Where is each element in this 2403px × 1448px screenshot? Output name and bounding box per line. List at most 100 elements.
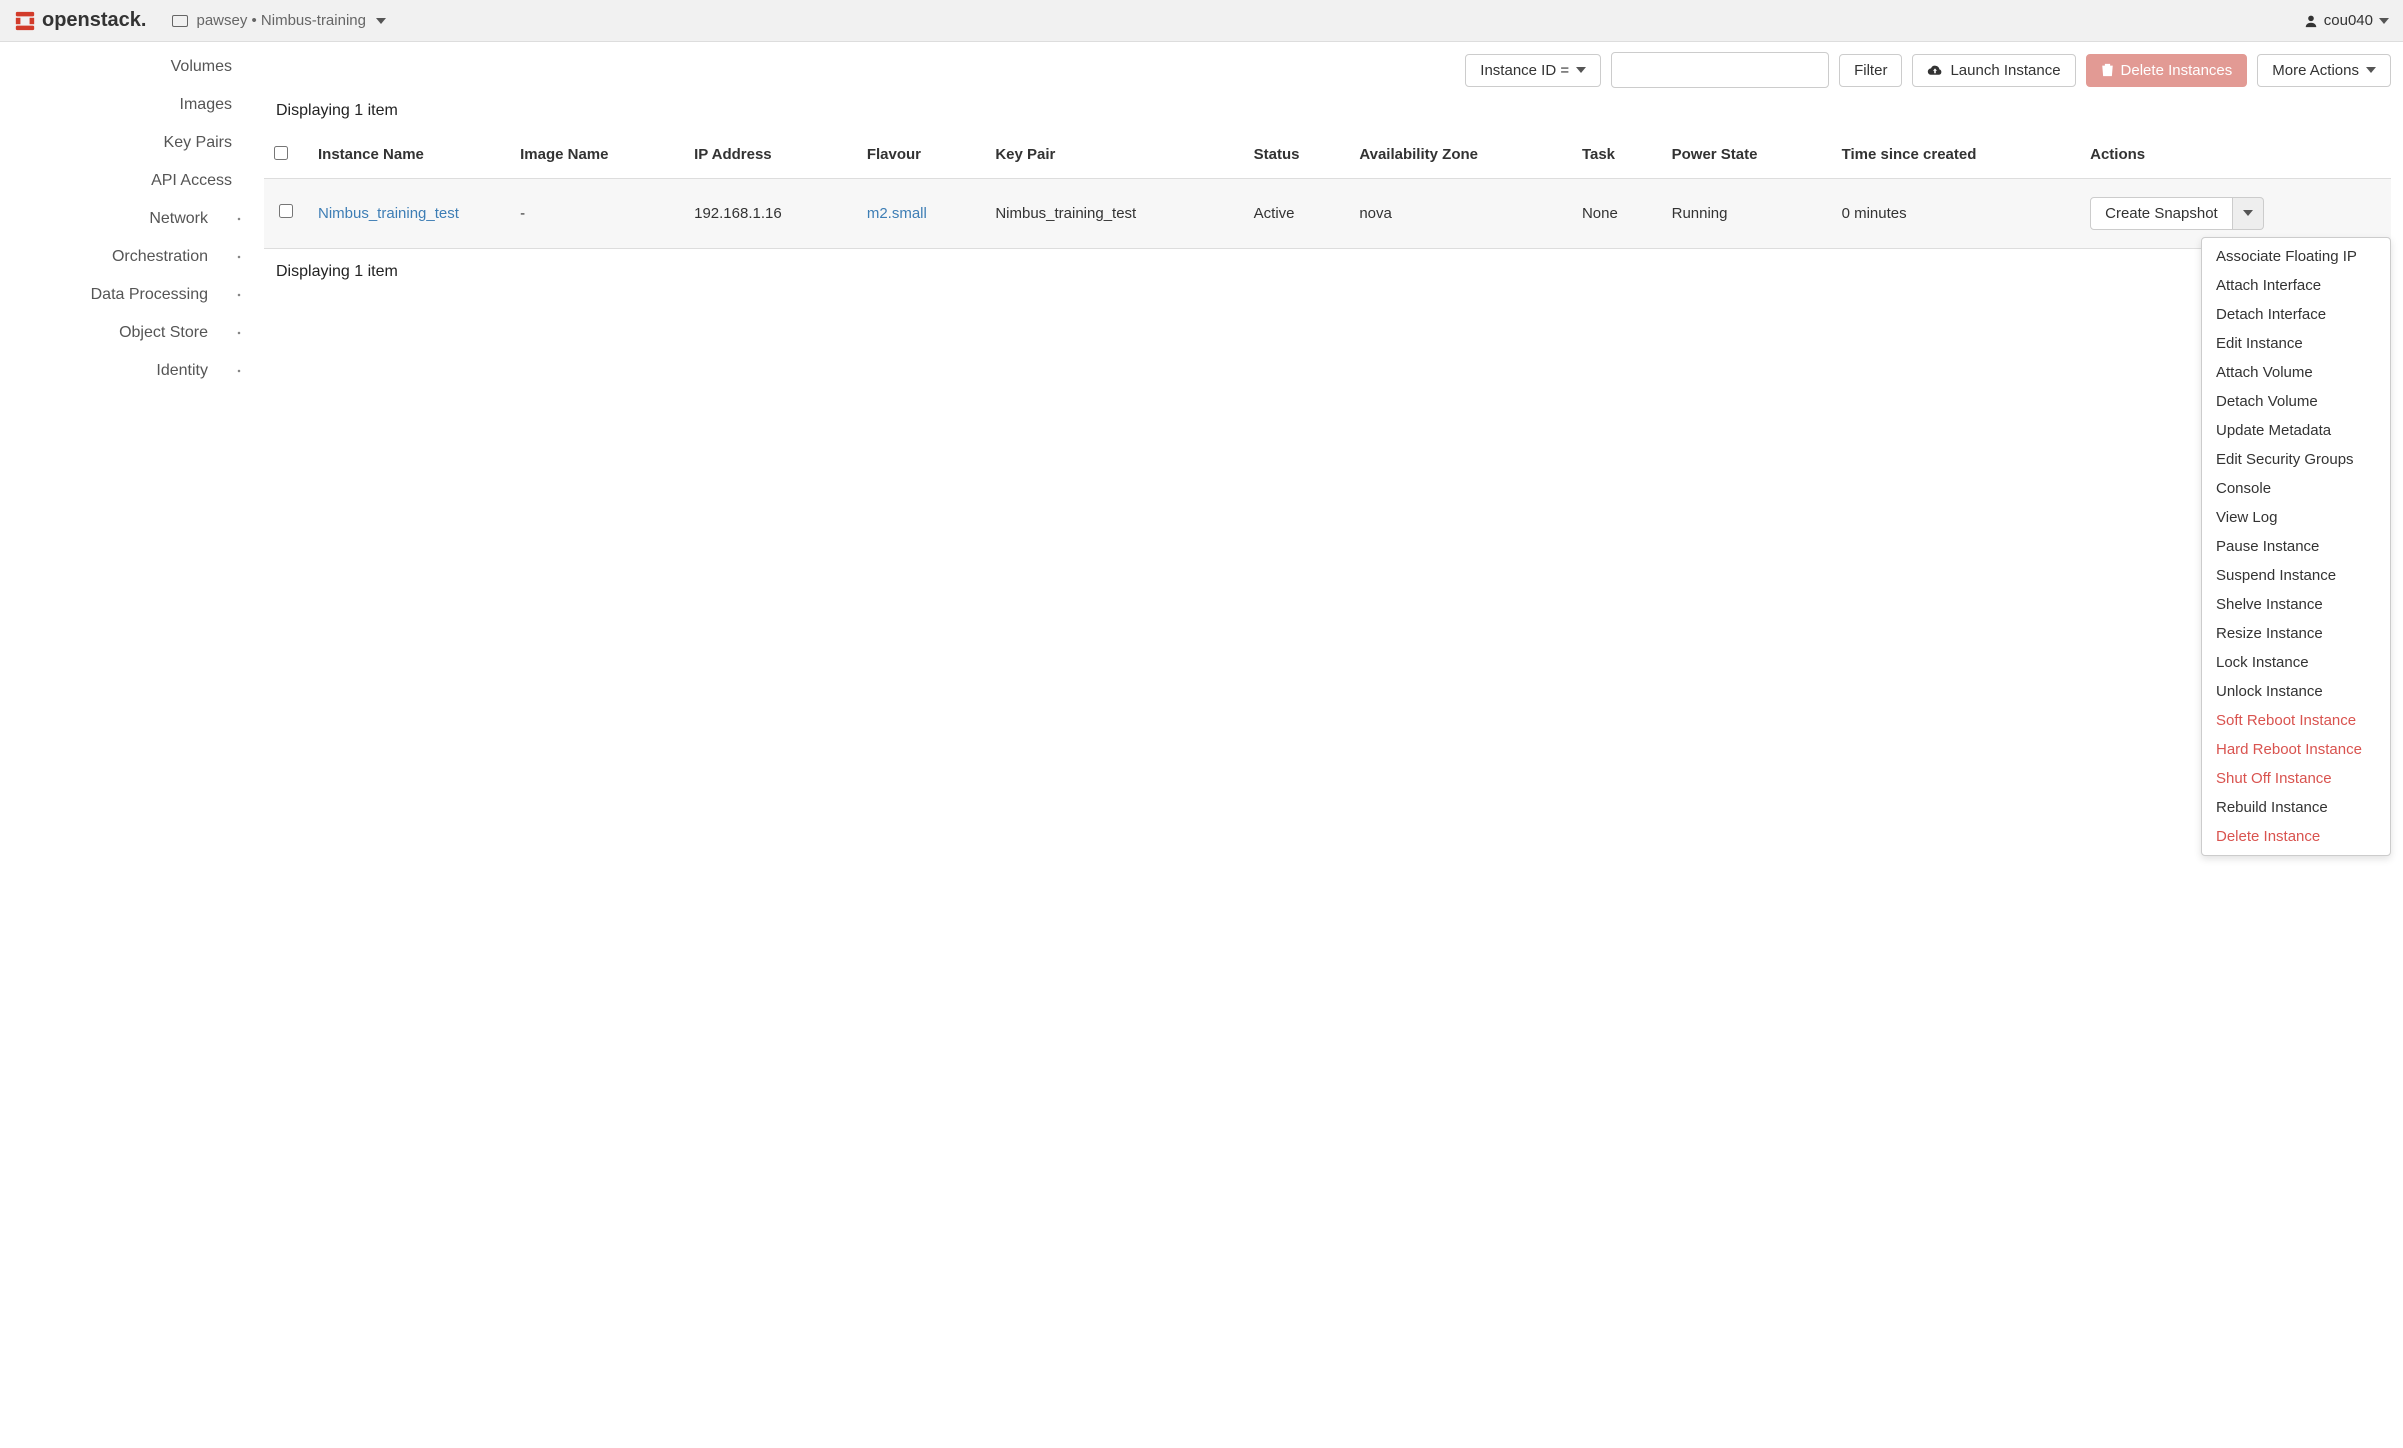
header-checkbox-cell [264,134,308,178]
dropdown-item[interactable]: Update Metadata [2202,416,2390,445]
sidebar-item-label: Orchestration [112,248,208,266]
cloud-upload-icon [1927,64,1943,76]
sidebar-item-keypairs[interactable]: Key Pairs [0,124,252,162]
header-ip: IP Address [684,134,857,178]
sidebar-item-label: Key Pairs [164,134,232,152]
header-status: Status [1244,134,1350,178]
cell-flavour: m2.small [857,178,985,248]
chevron-right-icon [238,218,241,221]
header-time: Time since created [1832,134,2081,178]
row-action-dropdown-toggle[interactable] [2233,197,2264,230]
sidebar-item-volumes[interactable]: Volumes [0,48,252,86]
table-header-row: Instance Name Image Name IP Address Flav… [264,134,2391,178]
toolbar: Instance ID = Filter Launch Instance Del… [264,42,2391,100]
sidebar-item-apiaccess[interactable]: API Access [0,162,252,200]
header-task: Task [1572,134,1662,178]
filter-type-button[interactable]: Instance ID = [1465,54,1601,87]
filter-input[interactable] [1611,52,1829,88]
dropdown-item[interactable]: Edit Instance [2202,329,2390,358]
filter-button-label: Filter [1854,62,1887,79]
sidebar-item-label: Network [149,210,208,228]
dropdown-item[interactable]: Console [2202,474,2390,503]
sidebar-item-label: Images [180,96,232,114]
instance-name-link[interactable]: Nimbus_training_test [318,205,459,222]
dropdown-item[interactable]: Rebuild Instance [2202,793,2390,822]
dropdown-item[interactable]: Suspend Instance [2202,561,2390,590]
more-actions-label: More Actions [2272,62,2359,79]
row-action-group: Create Snapshot [2090,197,2264,230]
sidebar-item-network[interactable]: Network [0,200,252,238]
dropdown-item[interactable]: Soft Reboot Instance [2202,706,2390,735]
dropdown-item[interactable]: Pause Instance [2202,532,2390,561]
main-content: Instance ID = Filter Launch Instance Del… [252,42,2403,390]
user-name: cou040 [2324,12,2373,29]
launch-instance-label: Launch Instance [1950,62,2060,79]
cell-keypair: Nimbus_training_test [985,178,1243,248]
sidebar-item-objectstore[interactable]: Object Store [0,314,252,352]
caret-down-icon [2243,210,2253,216]
select-all-checkbox[interactable] [274,146,288,160]
dropdown-item[interactable]: Shut Off Instance [2202,764,2390,793]
header-keypair: Key Pair [985,134,1243,178]
project-label: pawsey • Nimbus-training [196,12,365,29]
display-count-bottom: Displaying 1 item [264,249,2391,281]
chevron-right-icon [238,370,241,373]
dropdown-item[interactable]: Detach Volume [2202,387,2390,416]
flavour-link[interactable]: m2.small [867,205,927,222]
dropdown-item[interactable]: Attach Interface [2202,271,2390,300]
brand-name: openstack. [42,9,146,32]
sidebar-item-dataprocessing[interactable]: Data Processing [0,276,252,314]
launch-instance-button[interactable]: Launch Instance [1912,54,2075,87]
dropdown-item[interactable]: Shelve Instance [2202,590,2390,619]
dropdown-item[interactable]: View Log [2202,503,2390,532]
row-action-dropdown-menu: Associate Floating IPAttach InterfaceDet… [2201,237,2391,856]
create-snapshot-button[interactable]: Create Snapshot [2090,197,2233,230]
caret-down-icon [1576,67,1586,73]
sidebar-item-label: Data Processing [91,286,208,304]
caret-down-icon [2366,67,2376,73]
project-selector[interactable]: pawsey • Nimbus-training [172,12,385,29]
more-actions-button[interactable]: More Actions [2257,54,2391,87]
dropdown-item[interactable]: Lock Instance [2202,648,2390,677]
sidebar-item-label: API Access [151,172,232,190]
trash-icon [2101,63,2114,77]
dropdown-item[interactable]: Hard Reboot Instance [2202,735,2390,764]
cell-instance-name: Nimbus_training_test [308,178,510,248]
caret-down-icon [2379,18,2389,24]
sidebar: Volumes Images Key Pairs API Access Netw… [0,42,252,390]
cell-power: Running [1662,178,1832,248]
dropdown-item[interactable]: Delete Instance [2202,822,2390,851]
user-menu[interactable]: cou040 [2304,12,2389,29]
cell-ip: 192.168.1.16 [684,178,857,248]
delete-instances-label: Delete Instances [2121,62,2233,79]
row-checkbox[interactable] [279,204,293,218]
dropdown-item[interactable]: Detach Interface [2202,300,2390,329]
sidebar-item-label: Object Store [119,324,208,342]
user-icon [2304,14,2318,28]
header-actions: Actions [2080,134,2391,178]
dropdown-item[interactable]: Resize Instance [2202,619,2390,648]
dropdown-item[interactable]: Associate Floating IP [2202,242,2390,271]
table-row: Nimbus_training_test - 192.168.1.16 m2.s… [264,178,2391,248]
sidebar-item-identity[interactable]: Identity [0,352,252,390]
cell-actions: Create Snapshot Associate Floating IPAtt… [2080,178,2391,248]
chevron-right-icon [238,256,241,259]
brand-logo[interactable]: openstack. [14,9,146,32]
sidebar-item-orchestration[interactable]: Orchestration [0,238,252,276]
sidebar-item-label: Identity [156,362,208,380]
cell-image-name: - [510,178,684,248]
chevron-right-icon [238,294,241,297]
delete-instances-button[interactable]: Delete Instances [2086,54,2248,87]
dropdown-item[interactable]: Unlock Instance [2202,677,2390,706]
display-count-top: Displaying 1 item [264,100,2391,134]
header-instance-name: Instance Name [308,134,510,178]
cell-status: Active [1244,178,1350,248]
dropdown-item[interactable]: Edit Security Groups [2202,445,2390,474]
row-checkbox-cell [264,178,308,248]
dropdown-item[interactable]: Attach Volume [2202,358,2390,387]
sidebar-item-label: Volumes [171,58,232,76]
header-az: Availability Zone [1349,134,1572,178]
filter-button[interactable]: Filter [1839,54,1902,87]
sidebar-item-images[interactable]: Images [0,86,252,124]
openstack-logo-icon [14,10,36,32]
